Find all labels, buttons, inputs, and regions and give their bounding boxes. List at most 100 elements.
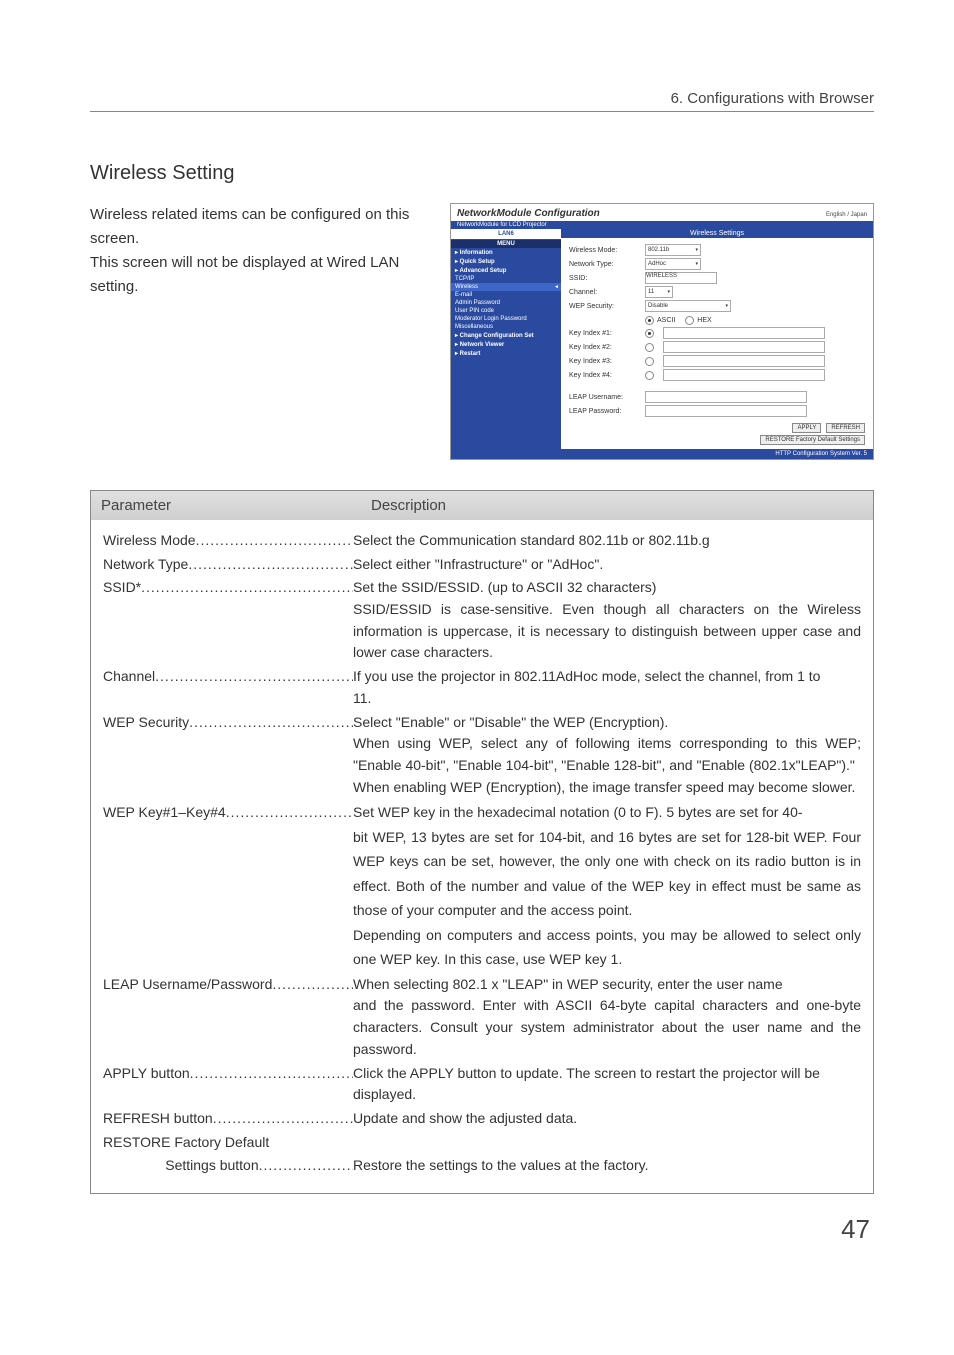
param-entry: RESTORE Factory Default — [103, 1132, 861, 1154]
page: 6. Configurations with Browser Wireless … — [0, 0, 954, 1285]
col-parameter: Parameter — [91, 491, 361, 520]
sidebar-item[interactable]: ▸ Change Configuration Set — [451, 331, 561, 340]
select-channel[interactable]: 11 — [645, 286, 673, 298]
screenshot-main: Wireless Settings Wireless Mode: 802.11b … — [561, 229, 873, 449]
screenshot-subtitle: NetworkModule for LCD Projector — [451, 221, 873, 229]
param-desc-cont: bit WEP, 13 bytes are set for 104-bit, a… — [353, 825, 861, 923]
label-key2: Key Index #2: — [569, 344, 639, 351]
wireless-form: Wireless Mode: 802.11b Network Type: AdHoc… — [561, 238, 873, 449]
screenshot-title: NetworkModule Configuration — [457, 208, 600, 219]
radio-key4[interactable] — [645, 371, 654, 380]
label-channel: Channel: — [569, 289, 639, 296]
dots: ........................................… — [188, 554, 353, 576]
radio-key1[interactable] — [645, 329, 654, 338]
screenshot-body: LAN6 MENU ▸ Information▸ Quick Setup▸ Ad… — [451, 229, 873, 449]
dots: ........................................… — [259, 1155, 353, 1177]
sidebar-item[interactable]: User PIN code — [451, 307, 561, 315]
sidebar-item[interactable]: Wireless — [451, 283, 561, 291]
sidebar-item[interactable]: Admin Password — [451, 299, 561, 307]
input-key1[interactable] — [663, 327, 825, 339]
select-wireless-mode[interactable]: 802.11b — [645, 244, 701, 256]
header-rule: 6. Configurations with Browser — [90, 90, 874, 112]
param-desc: Set the SSID/ESSID. (up to ASCII 32 char… — [353, 577, 861, 599]
param-desc: Restore the settings to the values at th… — [353, 1155, 861, 1177]
param-desc-cont: When enabling WEP (Encryption), the imag… — [353, 777, 861, 799]
sidebar-item[interactable]: E-mail — [451, 291, 561, 299]
chapter-title: 6. Configurations with Browser — [90, 90, 874, 111]
param-name: APPLY button — [103, 1063, 190, 1085]
radio-ascii[interactable] — [645, 316, 654, 325]
input-leap-user[interactable] — [645, 391, 807, 403]
param-desc: If you use the projector in 802.11AdHoc … — [353, 666, 861, 688]
param-desc-cont: When using WEP, select any of following … — [353, 733, 861, 776]
label-network-type: Network Type: — [569, 261, 639, 268]
param-entry: WEP Security ...........................… — [103, 712, 861, 799]
param-desc: Select "Enable" or "Disable" the WEP (En… — [353, 712, 861, 734]
sidebar-item[interactable]: ▸ Information — [451, 248, 561, 257]
param-entry: Wireless Mode ..........................… — [103, 530, 861, 552]
label-hex: HEX — [697, 317, 711, 324]
input-key4[interactable] — [663, 369, 825, 381]
screenshot-header: NetworkModule Configuration English / Ja… — [451, 204, 873, 221]
input-key2[interactable] — [663, 341, 825, 353]
restore-button[interactable]: RESTORE Factory Default Settings — [760, 435, 865, 445]
param-desc: Update and show the adjusted data. — [353, 1108, 861, 1130]
screenshot-sidebar: LAN6 MENU ▸ Information▸ Quick Setup▸ Ad… — [451, 229, 561, 449]
dots: ........................................… — [226, 800, 353, 825]
param-desc: When selecting 802.1 x "LEAP" in WEP sec… — [353, 974, 861, 996]
side-menu-label: MENU — [451, 240, 561, 248]
label-wireless-mode: Wireless Mode: — [569, 247, 639, 254]
dots: ........................................… — [189, 712, 353, 734]
label-key4: Key Index #4: — [569, 372, 639, 379]
apply-button[interactable]: APPLY — [792, 423, 821, 433]
sidebar-item[interactable]: ▸ Restart — [451, 349, 561, 358]
dots: ........................................… — [141, 577, 353, 599]
intro-line-1: Wireless related items can be configured… — [90, 206, 409, 247]
intro-text: Wireless related items can be configured… — [90, 203, 430, 299]
page-number: 47 — [90, 1214, 874, 1245]
param-desc-cont: Depending on computers and access points… — [353, 923, 861, 972]
param-desc-cont: displayed. — [353, 1084, 861, 1106]
param-name: SSID* — [103, 577, 141, 599]
param-entry: Network Type ...........................… — [103, 554, 861, 576]
sidebar-item[interactable]: Miscellaneous — [451, 323, 561, 331]
radio-key2[interactable] — [645, 343, 654, 352]
sidebar-item[interactable]: ▸ Quick Setup — [451, 257, 561, 266]
param-entry: LEAP Username/Password .................… — [103, 974, 861, 1061]
col-description: Description — [361, 491, 873, 520]
main-header: Wireless Settings — [561, 229, 873, 238]
param-entry: Settings button ........................… — [103, 1155, 861, 1177]
param-name: Wireless Mode — [103, 530, 196, 552]
select-network-type[interactable]: AdHoc — [645, 258, 701, 270]
param-desc: Select the Communication standard 802.11… — [353, 530, 861, 552]
side-header: LAN6 — [451, 229, 561, 240]
parameter-table: Parameter Description Wireless Mode ....… — [90, 490, 874, 1194]
section-title: Wireless Setting — [90, 162, 874, 185]
param-name: LEAP Username/Password — [103, 974, 272, 996]
sidebar-item[interactable]: Moderator Login Password — [451, 315, 561, 323]
select-wep[interactable]: Disable — [645, 300, 731, 312]
input-ssid[interactable]: WIRELESS — [645, 272, 717, 284]
param-desc: Click the APPLY button to update. The sc… — [353, 1063, 861, 1085]
input-leap-pass[interactable] — [645, 405, 807, 417]
param-name: Channel — [103, 666, 155, 688]
sidebar-item[interactable]: ▸ Network Viewer — [451, 340, 561, 349]
refresh-button[interactable]: REFRESH — [826, 423, 865, 433]
param-entry: Channel ................................… — [103, 666, 861, 709]
label-leap-user: LEAP Username: — [569, 394, 639, 401]
dots: ........................................… — [155, 666, 353, 688]
param-desc: Set WEP key in the hexadecimal notation … — [353, 800, 861, 825]
sidebar-item[interactable]: TCP/IP — [451, 275, 561, 283]
param-name: WEP Key#1–Key#4 — [103, 800, 226, 825]
param-entry: REFRESH button .........................… — [103, 1108, 861, 1130]
param-name: Network Type — [103, 554, 188, 576]
input-key3[interactable] — [663, 355, 825, 367]
dots: ........................................… — [190, 1063, 353, 1085]
sidebar-item[interactable]: ▸ Advanced Setup — [451, 266, 561, 275]
radio-hex[interactable] — [685, 316, 694, 325]
dots: ........................................… — [272, 974, 353, 996]
radio-key3[interactable] — [645, 357, 654, 366]
label-leap-pass: LEAP Password: — [569, 408, 639, 415]
param-desc-cont: and the password. Enter with ASCII 64-by… — [353, 995, 861, 1060]
param-desc-cont: 11. — [353, 688, 861, 710]
